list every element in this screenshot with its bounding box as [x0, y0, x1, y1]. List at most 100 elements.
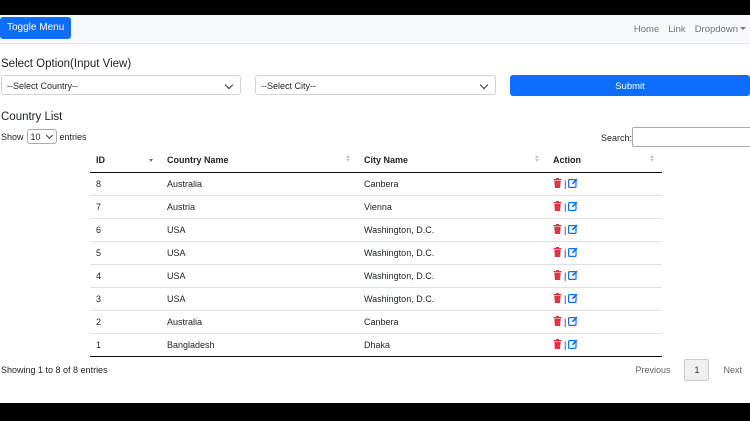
cell-city: Washington, D.C.	[358, 264, 547, 288]
cell-country: Bangladesh	[161, 333, 358, 357]
column-header-label: Action	[553, 155, 581, 165]
edit-icon[interactable]	[568, 339, 578, 351]
row-actions: |	[553, 224, 662, 236]
action-separator: |	[564, 179, 567, 189]
edit-icon[interactable]	[568, 293, 578, 305]
cell-id: 5	[90, 241, 161, 265]
cell-country: USA	[161, 241, 358, 265]
table-info: Showing 1 to 8 of 8 entries	[1, 365, 108, 375]
sort-icon	[346, 155, 350, 162]
nav-link-link[interactable]: Link	[668, 24, 685, 35]
cell-action: |	[547, 195, 662, 219]
action-separator: |	[564, 317, 567, 327]
city-select-value: --Select City--	[261, 81, 317, 91]
next-page-button[interactable]: Next	[723, 365, 742, 375]
cell-id: 4	[90, 264, 161, 288]
cell-city: Dhaka	[358, 333, 547, 357]
table-row: 5 USA Washington, D.C. |	[90, 241, 662, 265]
pagination: Previous 1 Next	[635, 359, 742, 381]
cell-country: USA	[161, 264, 358, 288]
edit-icon[interactable]	[568, 201, 578, 213]
row-actions: |	[553, 270, 662, 282]
trash-icon[interactable]	[553, 270, 562, 282]
cell-id: 8	[90, 172, 161, 196]
cell-city: Washington, D.C.	[358, 287, 547, 311]
edit-icon[interactable]	[568, 247, 578, 259]
cell-action: |	[547, 287, 662, 311]
chevron-down-icon	[479, 80, 489, 90]
table-body: 8 Australia Canbera | 7 Austria Vienna | 6 USA Was…	[90, 172, 662, 357]
search-label: Search:	[601, 133, 633, 143]
table-row: 1 Bangladesh Dhaka |	[90, 333, 662, 357]
page-length-control: Show 10 entries	[1, 129, 87, 144]
action-separator: |	[564, 248, 567, 258]
cell-id: 3	[90, 287, 161, 311]
row-actions: |	[553, 247, 662, 259]
cell-id: 7	[90, 195, 161, 219]
nav-dropdown[interactable]: Dropdown	[695, 24, 746, 35]
page-length-value: 10	[30, 132, 41, 142]
cell-city: Washington, D.C.	[358, 218, 547, 242]
edit-icon[interactable]	[568, 316, 578, 328]
cell-id: 6	[90, 218, 161, 242]
column-header-label: ID	[96, 155, 105, 165]
country-select[interactable]: --Select Country--	[1, 75, 241, 95]
page-length-select[interactable]: 10	[26, 129, 57, 144]
action-separator: |	[564, 271, 567, 281]
trash-icon[interactable]	[553, 316, 562, 328]
edit-icon[interactable]	[568, 270, 578, 282]
country-list-heading: Country List	[1, 111, 63, 123]
trash-icon[interactable]	[553, 224, 562, 236]
action-separator: |	[564, 202, 567, 212]
column-header-action[interactable]: Action	[547, 148, 662, 173]
row-actions: |	[553, 316, 662, 328]
table-row: 7 Austria Vienna |	[90, 195, 662, 219]
sort-icon	[149, 155, 153, 162]
table-row: 4 USA Washington, D.C. |	[90, 264, 662, 288]
sort-icon	[535, 155, 539, 162]
entries-label: entries	[59, 131, 87, 142]
nav-links: Home Link Dropdown	[634, 15, 746, 43]
cell-country: USA	[161, 218, 358, 242]
edit-icon[interactable]	[568, 178, 578, 190]
cell-country: Austria	[161, 195, 358, 219]
trash-icon[interactable]	[553, 247, 562, 259]
toggle-menu-button[interactable]: Toggle Menu	[0, 17, 72, 39]
navbar: Toggle Menu Home Link Dropdown	[0, 15, 750, 44]
table-row: 6 USA Washington, D.C. |	[90, 218, 662, 242]
column-header-country[interactable]: Country Name	[161, 148, 358, 173]
table-row: 2 Australia Canbera |	[90, 310, 662, 334]
table-header-row: ID Country Name City Name Action	[90, 148, 662, 173]
column-header-label: City Name	[364, 155, 409, 165]
trash-icon[interactable]	[553, 201, 562, 213]
nav-link-home[interactable]: Home	[634, 24, 659, 35]
row-actions: |	[553, 339, 662, 351]
previous-page-button[interactable]: Previous	[635, 365, 670, 375]
page-button-current[interactable]: 1	[684, 359, 710, 381]
column-header-id[interactable]: ID	[90, 148, 161, 173]
cell-country: USA	[161, 287, 358, 311]
trash-icon[interactable]	[553, 293, 562, 305]
chevron-down-icon	[45, 131, 53, 140]
cell-action: |	[547, 218, 662, 242]
form-heading: Select Option(Input View)	[1, 58, 132, 70]
cell-city: Canbera	[358, 172, 547, 196]
cell-action: |	[547, 241, 662, 265]
trash-icon[interactable]	[553, 339, 562, 351]
cell-country: Australia	[161, 310, 358, 334]
country-select-value: --Select Country--	[7, 81, 79, 91]
column-header-city[interactable]: City Name	[358, 148, 547, 173]
cell-country: Australia	[161, 172, 358, 196]
cell-city: Vienna	[358, 195, 547, 219]
trash-icon[interactable]	[553, 178, 562, 190]
submit-button[interactable]: Submit	[510, 75, 750, 96]
row-actions: |	[553, 201, 662, 213]
caret-down-icon	[740, 27, 746, 31]
cell-city: Washington, D.C.	[358, 241, 547, 265]
edit-icon[interactable]	[568, 224, 578, 236]
city-select[interactable]: --Select City--	[255, 75, 496, 95]
action-separator: |	[564, 294, 567, 304]
row-actions: |	[553, 293, 662, 305]
search-input[interactable]	[632, 127, 750, 147]
country-table: ID Country Name City Name Action 8 Austra…	[90, 148, 662, 357]
